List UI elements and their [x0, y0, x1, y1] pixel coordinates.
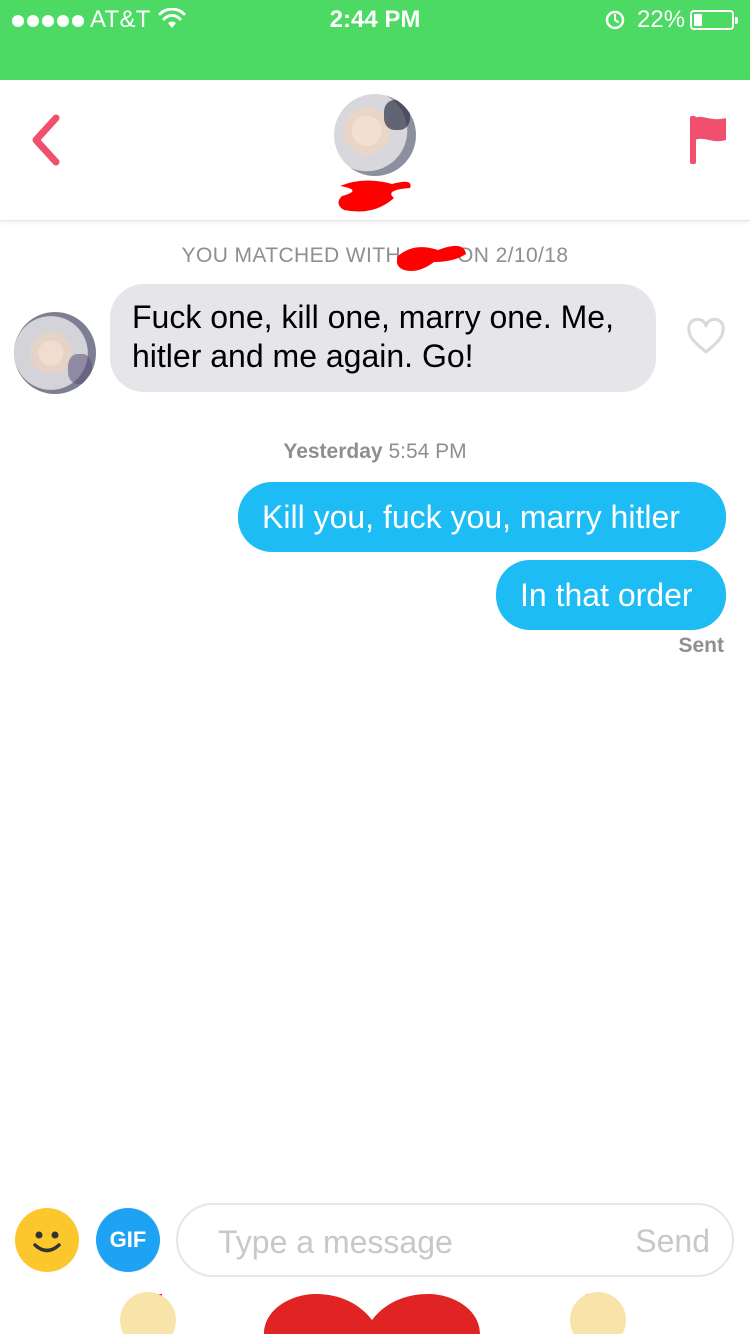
alarm-clock-icon: [605, 10, 625, 30]
send-button[interactable]: Send: [635, 1223, 710, 1260]
divider-day: Yesterday: [283, 440, 383, 463]
outgoing-message-bubble: In that order: [496, 560, 726, 630]
report-button[interactable]: [686, 114, 730, 166]
message-input[interactable]: [216, 1217, 600, 1267]
flag-icon: [690, 116, 726, 164]
back-button[interactable]: [24, 110, 68, 170]
divider-time: 5:54 PM: [388, 440, 467, 463]
chat-screen: AT&T 2:44 PM 22% YOU MATCHED WITH ON 2/1…: [0, 0, 750, 1334]
redacted-name-scribble: [396, 245, 466, 271]
sticker-decoration: [120, 1292, 626, 1334]
sent-status: Sent: [678, 634, 724, 657]
heart-outline-icon: [687, 318, 725, 354]
match-avatar[interactable]: [334, 94, 416, 176]
match-prefix: YOU MATCHED WITH: [181, 244, 402, 267]
gif-button[interactable]: GIF: [96, 1208, 160, 1272]
timestamp-divider: Yesterday 5:54 PM: [0, 440, 750, 464]
smiley-icon: [33, 1231, 61, 1253]
status-bar: AT&T 2:44 PM 22%: [0, 0, 750, 80]
message-composer: Send: [176, 1203, 734, 1277]
match-info: YOU MATCHED WITH ON 2/10/18: [0, 244, 750, 268]
incoming-message-bubble: Fuck one, kill one, marry one. Me, hitle…: [110, 284, 656, 392]
battery-percent: 22%: [637, 6, 686, 33]
chat-header: [0, 80, 750, 221]
outgoing-message-bubble: Kill you, fuck you, marry hitler: [238, 482, 726, 552]
redacted-name-scribble: [338, 180, 411, 212]
chevron-left-icon: [32, 114, 60, 166]
sender-avatar[interactable]: [14, 312, 96, 394]
emoji-button[interactable]: [15, 1208, 79, 1272]
like-message-button[interactable]: [686, 318, 726, 356]
match-date: ON 2/10/18: [457, 244, 569, 267]
battery-icon: [690, 10, 738, 30]
